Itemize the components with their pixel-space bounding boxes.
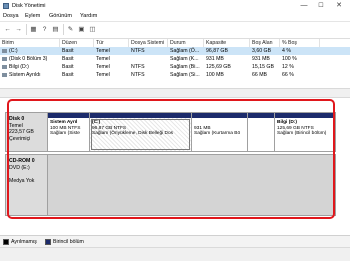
pane-splitter[interactable]: [0, 88, 350, 98]
cell-status: Sağlam (Si...: [170, 72, 200, 78]
table-row[interactable]: (C:) Basit Temel NTFS Sağlam (Ö... 96,87…: [0, 47, 350, 55]
toolbar: ← → ▦ ? ▤ ✎ ▣ ◫: [0, 21, 350, 38]
cell-capacity: 931 MB: [206, 56, 224, 62]
disk-icon[interactable]: ▣: [77, 25, 86, 34]
cell-filesystem: NTFS: [131, 48, 145, 54]
properties-icon[interactable]: ▤: [51, 25, 60, 34]
legend-primary-swatch: [45, 239, 51, 245]
column-header-free-space[interactable]: Boş Alan: [250, 39, 280, 47]
disk-management-app-icon: [3, 3, 9, 9]
close-button[interactable]: ✕: [331, 1, 347, 11]
cell-volume: (Disk 0 Bölüm 3): [9, 56, 48, 62]
cell-percent-free: 4 %: [282, 48, 291, 54]
highlight-annotation-box: [7, 99, 335, 219]
cell-capacity: 100 MB: [206, 72, 224, 78]
cell-capacity: 125,69 GB: [206, 64, 231, 70]
minimize-button[interactable]: —: [296, 1, 312, 11]
volume-icon: [2, 73, 7, 77]
cell-percent-free: 12 %: [282, 64, 294, 70]
volume-icon: [2, 65, 7, 69]
volume-icon: [2, 57, 7, 61]
cell-status: Sağlam (K...: [170, 56, 199, 62]
partition-icon[interactable]: ◫: [88, 25, 97, 34]
status-bar: [0, 247, 350, 261]
column-header-status[interactable]: Durum: [168, 39, 204, 47]
window-title: Disk Yönetimi: [12, 3, 46, 9]
menu-action[interactable]: Eylem: [25, 13, 40, 19]
back-arrow-icon[interactable]: ←: [3, 25, 12, 34]
cell-layout: Basit: [62, 56, 74, 62]
menu-file[interactable]: Dosya: [3, 13, 19, 19]
column-header-layout[interactable]: Düzen: [60, 39, 94, 47]
cell-volume: Bilgi (D:): [9, 64, 29, 70]
cell-type: Temel: [96, 72, 110, 78]
column-header-filesystem[interactable]: Dosya Sistemi: [129, 39, 168, 47]
column-header-percent-free[interactable]: % Boş: [280, 39, 320, 47]
legend-unallocated-label: Ayrılmamış: [11, 239, 37, 245]
cell-capacity: 96,87 GB: [206, 48, 228, 54]
cell-type: Temel: [96, 56, 110, 62]
maximize-button[interactable]: ☐: [313, 1, 329, 11]
legend-primary-label: Birincil bölüm: [53, 239, 84, 245]
cell-free-space: 3,60 GB: [252, 48, 272, 54]
menu-bar: Dosya Eylem Görünüm Yardım: [0, 12, 350, 21]
cell-percent-free: 100 %: [282, 56, 297, 62]
help-icon[interactable]: ?: [40, 25, 49, 34]
table-row[interactable]: Bilgi (D:) Basit Temel NTFS Sağlam (Bi..…: [0, 63, 350, 71]
cell-free-space: 15,15 GB: [252, 64, 274, 70]
cell-free-space: 66 MB: [252, 72, 267, 78]
cell-free-space: 931 MB: [252, 56, 270, 62]
cell-percent-free: 66 %: [282, 72, 294, 78]
cell-layout: Basit: [62, 64, 74, 70]
cell-status: Sağlam (Ö...: [170, 48, 200, 54]
title-bar: Disk Yönetimi — ☐ ✕: [0, 0, 350, 12]
volume-icon: [2, 49, 7, 53]
menu-view[interactable]: Görünüm: [49, 13, 72, 19]
console-tree-icon[interactable]: ▦: [29, 25, 38, 34]
cell-volume: Sistem Ayrıldı: [9, 72, 41, 78]
forward-arrow-icon[interactable]: →: [14, 25, 23, 34]
table-row[interactable]: (Disk 0 Bölüm 3) Basit Temel Sağlam (K..…: [0, 55, 350, 63]
cell-filesystem: NTFS: [131, 64, 145, 70]
cell-status: Sağlam (Bi...: [170, 64, 200, 70]
toolbar-separator: [63, 24, 64, 35]
menu-help[interactable]: Yardım: [80, 13, 97, 19]
column-header-volume[interactable]: Birim: [0, 39, 60, 47]
legend-unallocated-swatch: [3, 239, 9, 245]
column-header-capacity[interactable]: Kapasite: [204, 39, 250, 47]
cell-type: Temel: [96, 64, 110, 70]
column-header-type[interactable]: Tür: [94, 39, 129, 47]
cell-layout: Basit: [62, 72, 74, 78]
table-row[interactable]: Sistem Ayrıldı Basit Temel NTFS Sağlam (…: [0, 71, 350, 79]
volume-list: Birim Düzen Tür Dosya Sistemi Durum Kapa…: [0, 38, 350, 89]
toolbar-separator: [26, 24, 27, 35]
cell-filesystem: NTFS: [131, 72, 145, 78]
cell-layout: Basit: [62, 48, 74, 54]
cell-type: Temel: [96, 48, 110, 54]
edit-icon[interactable]: ✎: [66, 25, 75, 34]
cell-volume: (C:): [9, 48, 18, 54]
